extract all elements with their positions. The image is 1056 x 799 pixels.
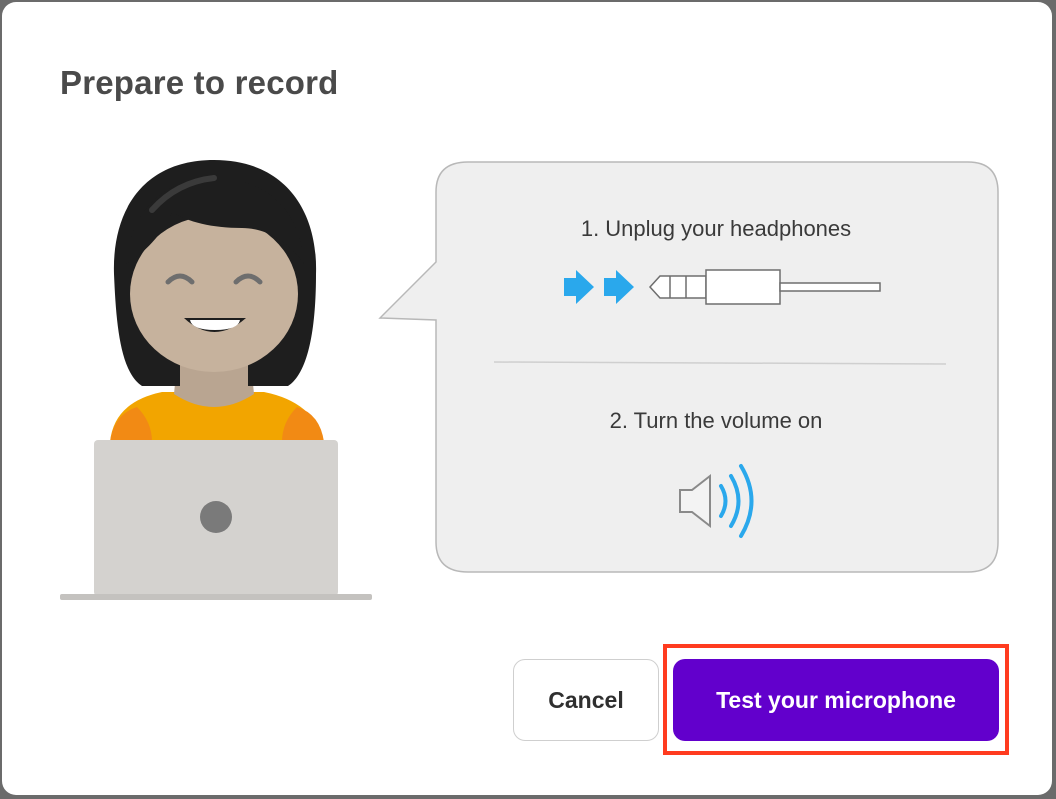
step-unplug-headphones: 1. Unplug your headphones bbox=[580, 216, 852, 241]
cancel-button[interactable]: Cancel bbox=[513, 659, 659, 741]
person-illustration bbox=[110, 160, 324, 442]
illustration bbox=[60, 160, 999, 600]
laptop-illustration bbox=[60, 440, 372, 600]
step-turn-volume-on: 2. Turn the volume on bbox=[609, 408, 823, 433]
prepare-record-dialog: Prepare to record 1. Unplug your headpho… bbox=[2, 2, 1052, 795]
test-microphone-button[interactable]: Test your microphone bbox=[673, 659, 999, 741]
